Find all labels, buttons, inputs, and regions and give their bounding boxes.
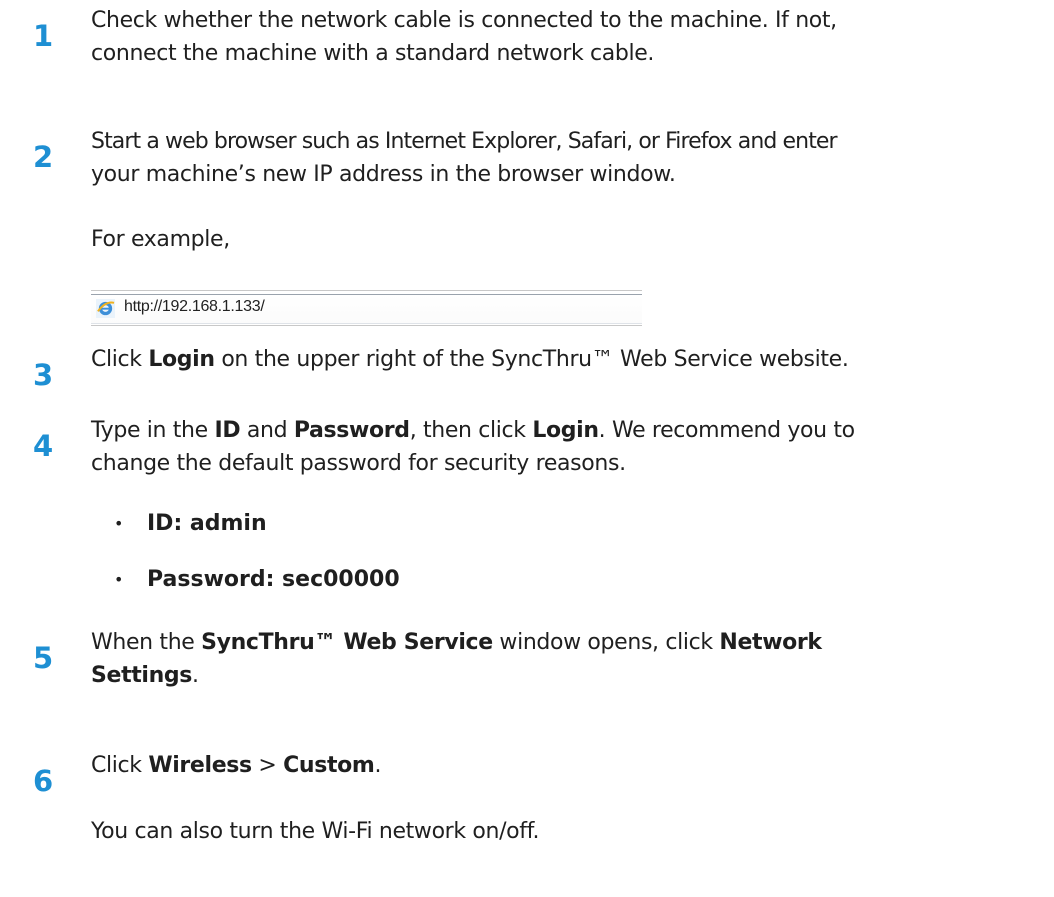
step-note: You can also turn the Wi-Fi network on/o… <box>91 819 540 844</box>
step-text: When the SyncThru™ Web Service window op… <box>91 626 1041 692</box>
step-note: For example, <box>91 227 230 252</box>
step-text: Check whether the network cable is conne… <box>91 4 1041 70</box>
step-text-line: Start a web browser such as Internet Exp… <box>91 129 838 154</box>
step-number: 2 <box>33 140 54 174</box>
address-url: http://192.168.1.133/ <box>124 298 265 315</box>
bullet-text: ID: admin <box>147 511 267 536</box>
address-field: http://192.168.1.133/ <box>91 294 642 324</box>
step-text-line: When the SyncThru™ Web Service window op… <box>91 630 822 655</box>
step-number: 5 <box>33 641 54 675</box>
bullet-dot: • <box>114 570 124 589</box>
password-label: Password <box>293 418 410 443</box>
step-text-line: your machine’s new IP address in the bro… <box>91 162 676 187</box>
network-label: Network <box>719 630 822 655</box>
login-label: Login <box>148 347 215 372</box>
address-bar: http://192.168.1.133/ <box>91 290 642 326</box>
step-number: 3 <box>33 358 54 392</box>
syncthru-label: SyncThru™ Web Service <box>201 630 493 655</box>
step-text-line: change the default password for security… <box>91 451 626 476</box>
step-number: 6 <box>33 764 54 798</box>
step-text-line: Settings. <box>91 663 199 688</box>
step-text: Click Wireless > Custom. <box>91 753 382 778</box>
login-label: Login <box>532 418 599 443</box>
step-number: 4 <box>33 429 54 463</box>
bullet-text: Password: sec00000 <box>147 567 400 592</box>
step-text: Start a web browser such as Internet Exp… <box>91 125 1041 191</box>
ie-icon <box>96 299 115 318</box>
step-text-line: connect the machine with a standard netw… <box>91 41 655 66</box>
id-label: ID <box>214 418 241 443</box>
step-text-line: Check whether the network cable is conne… <box>91 8 837 33</box>
step-text: Click Login on the upper right of the Sy… <box>91 347 849 372</box>
bullet-dot: • <box>114 514 124 533</box>
step-text-line: Type in the ID and Password, then click … <box>91 418 855 443</box>
step-number: 1 <box>33 19 54 53</box>
step-text: Type in the ID and Password, then click … <box>91 414 1041 480</box>
custom-label: Custom <box>283 753 375 778</box>
wireless-label: Wireless <box>148 753 252 778</box>
